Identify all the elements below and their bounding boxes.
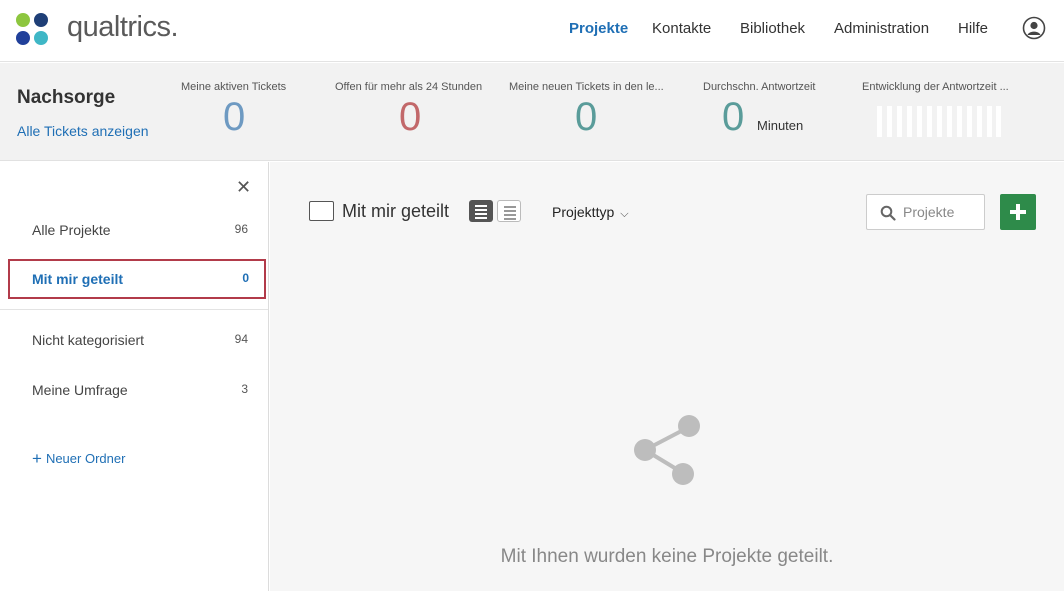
sidebar-item-nicht-kategorisiert[interactable]: Nicht kategorisiert 94 — [0, 320, 268, 360]
stat-value-new-tickets[interactable]: 0 — [575, 95, 597, 140]
chevron-down-icon: ⌵ — [620, 208, 629, 220]
user-profile-icon[interactable] — [1022, 16, 1046, 40]
nav-hilfe[interactable]: Hilfe — [958, 20, 988, 37]
sidebar-item-label: Mit mir geteilt — [32, 271, 124, 287]
sidebar-item-mit-mir-geteilt[interactable]: Mit mir geteilt 0 — [8, 259, 266, 299]
view-all-tickets-link[interactable]: Alle Tickets anzeigen — [17, 123, 149, 139]
sidebar-divider — [0, 309, 268, 310]
empty-state-message: Mit Ihnen wurden keine Projekte geteilt. — [500, 546, 834, 567]
dashboard-title: Nachsorge — [17, 87, 116, 108]
page-title: Mit mir geteilt — [342, 201, 450, 221]
stat-label-open-24h: Offen für mehr als 24 Stunden — [335, 81, 483, 93]
list-view-toggle[interactable] — [497, 200, 521, 222]
stat-label-response-trend: Entwicklung der Antwortzeit ... — [862, 81, 1009, 93]
card-view-toggle[interactable] — [469, 200, 493, 222]
brand-name[interactable]: qualtrics. — [67, 11, 179, 44]
top-navigation-bar: qualtrics. Projekte Kontakte Bibliothek … — [0, 0, 1064, 62]
stat-value-active-tickets[interactable]: 0 — [223, 95, 245, 140]
response-trend-sparkline[interactable] — [877, 106, 1001, 137]
sidebar-item-alle-projekte[interactable]: Alle Projekte 96 — [0, 210, 268, 250]
sidebar-item-label: Meine Umfrage — [32, 382, 128, 398]
sidebar-item-count: 0 — [242, 271, 249, 285]
qualtrics-logo-icon[interactable] — [16, 13, 50, 47]
folder-sidebar: ✕ Alle Projekte 96 Mit mir geteilt 0 Nic… — [0, 162, 269, 591]
plus-icon: + — [32, 449, 42, 468]
project-search[interactable] — [866, 194, 985, 230]
stat-label-active-tickets: Meine aktiven Tickets — [181, 81, 287, 93]
project-type-dropdown[interactable]: Projekttyp ⌵ — [552, 204, 629, 221]
sidebar-item-count: 96 — [234, 222, 248, 236]
search-icon — [880, 205, 896, 221]
nav-projekte[interactable]: Projekte — [569, 20, 628, 37]
stat-label-avg-response: Durchschn. Antwortzeit — [703, 81, 816, 93]
new-folder-label: Neuer Ordner — [45, 451, 126, 466]
sidebar-item-count: 94 — [234, 332, 248, 346]
sidebar-item-label: Alle Projekte — [32, 222, 111, 238]
ticket-dashboard: Nachsorge Alle Tickets anzeigen Meine ak… — [0, 63, 1064, 161]
nav-kontakte[interactable]: Kontakte — [652, 20, 711, 37]
share-icon — [634, 415, 700, 485]
stat-unit-minutes: Minuten — [757, 118, 804, 133]
sidebar-item-meine-umfrage[interactable]: Meine Umfrage 3 — [0, 370, 268, 410]
stat-value-open-24h[interactable]: 0 — [399, 95, 421, 140]
main-content: Mit mir geteilt Projekttyp ⌵ Mit Ihnen wu… — [270, 162, 1064, 591]
stat-label-new-tickets: Meine neuen Tickets in den le... — [509, 81, 664, 93]
project-type-label: Projekttyp — [552, 204, 615, 220]
stat-value-avg-response[interactable]: 0 — [722, 95, 744, 140]
add-project-button[interactable] — [1000, 194, 1036, 230]
close-sidebar-icon[interactable]: ✕ — [236, 178, 251, 196]
folder-icon — [309, 201, 334, 221]
new-folder-button[interactable]: + Neuer Ordner — [32, 449, 125, 469]
nav-administration[interactable]: Administration — [834, 20, 929, 37]
sidebar-item-count: 3 — [241, 382, 248, 396]
search-input[interactable] — [903, 195, 983, 229]
sidebar-item-label: Nicht kategorisiert — [32, 332, 145, 348]
nav-bibliothek[interactable]: Bibliothek — [740, 20, 805, 37]
